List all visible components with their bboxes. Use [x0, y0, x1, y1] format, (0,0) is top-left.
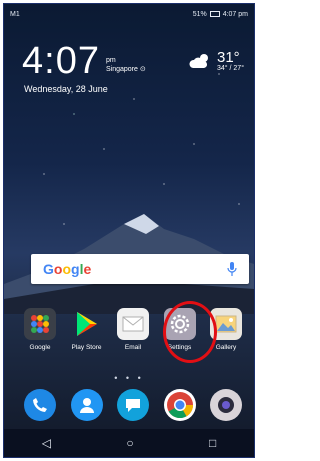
recent-apps-icon[interactable]: □	[209, 436, 216, 450]
app-play-store[interactable]: Play Store	[67, 308, 107, 351]
dock-phone[interactable]	[20, 389, 60, 421]
dock-messages[interactable]	[113, 389, 153, 421]
highlight-circle	[163, 301, 217, 363]
microphone-icon[interactable]	[227, 262, 237, 276]
google-search-bar[interactable]: Google	[31, 254, 249, 284]
phone-icon	[24, 389, 56, 421]
weather-range: 34° / 27°	[216, 65, 244, 72]
page-indicator: • • •	[114, 373, 144, 383]
status-time: 4:07 pm	[222, 10, 248, 18]
phone-screen: M1 51% 4:07 pm 4:07 pm Singapore ⊙ Wedne…	[3, 3, 255, 458]
dock-contacts[interactable]	[67, 389, 107, 421]
clock-time: 4:07	[22, 40, 100, 82]
app-label: Play Store	[71, 344, 102, 351]
location-pin-icon: ⊙	[139, 66, 146, 73]
clock-widget[interactable]: 4:07 pm Singapore ⊙	[22, 42, 146, 80]
clock-date: Wednesday, 28 June	[24, 84, 108, 94]
battery-percent: 51%	[192, 10, 207, 18]
google-folder-icon	[24, 308, 56, 340]
app-label: Gallery	[215, 344, 237, 351]
messages-icon	[117, 389, 149, 421]
back-icon[interactable]: ◁	[42, 436, 51, 450]
chrome-icon	[163, 389, 196, 421]
email-icon	[117, 308, 149, 340]
partly-cloudy-icon	[189, 54, 208, 68]
clock-ampm: pm	[105, 57, 116, 64]
google-logo: Google	[43, 261, 92, 277]
app-label: Email	[124, 344, 142, 351]
dock-chrome[interactable]	[160, 389, 200, 421]
app-google[interactable]: Google	[20, 308, 60, 351]
weather-temp: 31°	[216, 49, 240, 66]
battery-icon	[209, 11, 220, 17]
dock-camera[interactable]	[206, 389, 246, 421]
carrier-label: M1	[10, 10, 20, 18]
camera-icon	[210, 389, 242, 421]
weather-widget[interactable]: 31° 34° / 27°	[189, 50, 244, 72]
dock	[20, 389, 246, 421]
status-bar: M1 51% 4:07 pm	[10, 8, 248, 20]
app-email[interactable]: Email	[113, 308, 153, 351]
clock-location: Singapore	[105, 66, 138, 73]
navigation-bar: ◁ ○ □	[4, 429, 254, 457]
play-store-icon	[71, 308, 103, 340]
app-label: Google	[29, 344, 51, 351]
clock-meta: pm Singapore ⊙	[106, 56, 146, 74]
home-icon[interactable]: ○	[126, 436, 133, 450]
contacts-icon	[70, 389, 103, 421]
status-right: 51% 4:07 pm	[193, 11, 248, 18]
